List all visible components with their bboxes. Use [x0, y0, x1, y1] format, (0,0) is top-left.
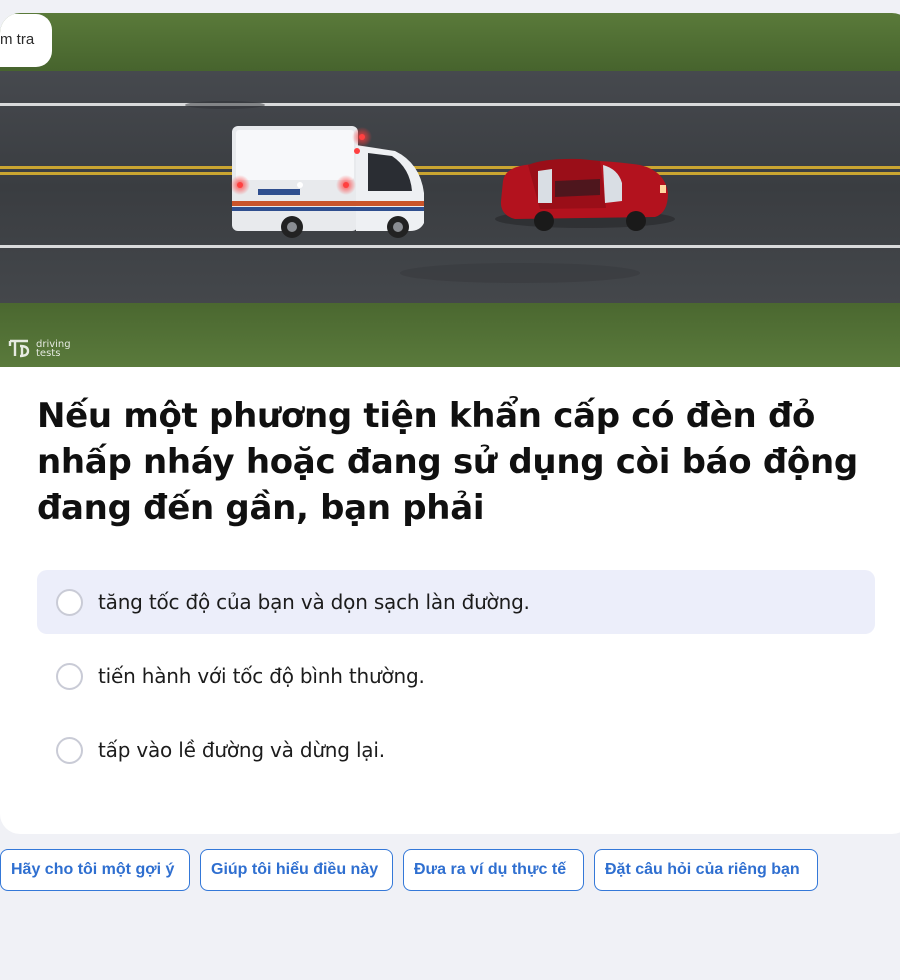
radio-icon[interactable]	[56, 588, 83, 616]
radio-icon[interactable]	[56, 736, 83, 764]
hint-button[interactable]: Hãy cho tôi một gợi ý	[0, 849, 190, 891]
answer-label: tấp vào lề đường và dừng lại.	[98, 738, 385, 762]
question-card: m tra driving tests Nếu một phương tiện …	[0, 13, 900, 834]
suggestion-chips: Hãy cho tôi một gợi ý Giúp tôi hiểu điều…	[0, 849, 818, 891]
answer-option-3[interactable]: tấp vào lề đường và dừng lại.	[37, 718, 875, 782]
red-car-graphic	[495, 158, 675, 231]
explain-button[interactable]: Giúp tôi hiểu điều này	[200, 849, 393, 891]
answer-label: tăng tốc độ của bạn và dọn sạch làn đườn…	[98, 590, 530, 614]
watermark-line-2: tests	[36, 348, 61, 359]
question-text: Nếu một phương tiện khẩn cấp có đèn đỏ n…	[37, 396, 858, 528]
answer-list: tăng tốc độ của bạn và dọn sạch làn đườn…	[37, 570, 875, 792]
road-scene-image	[0, 13, 900, 367]
driving-tests-watermark: driving tests	[8, 335, 78, 363]
ask-own-question-button[interactable]: Đặt câu hỏi của riêng bạn	[594, 849, 818, 891]
answer-option-2[interactable]: tiến hành với tốc độ bình thường.	[37, 644, 875, 708]
answer-option-1[interactable]: tăng tốc độ của bạn và dọn sạch làn đườn…	[37, 570, 875, 634]
answer-label: tiến hành với tốc độ bình thường.	[98, 664, 425, 688]
question-illustration	[0, 13, 900, 367]
test-tag: m tra	[0, 14, 52, 67]
driving-tests-logo-icon	[8, 339, 30, 358]
radio-icon[interactable]	[56, 662, 83, 690]
real-example-button[interactable]: Đưa ra ví dụ thực tế	[403, 849, 584, 891]
